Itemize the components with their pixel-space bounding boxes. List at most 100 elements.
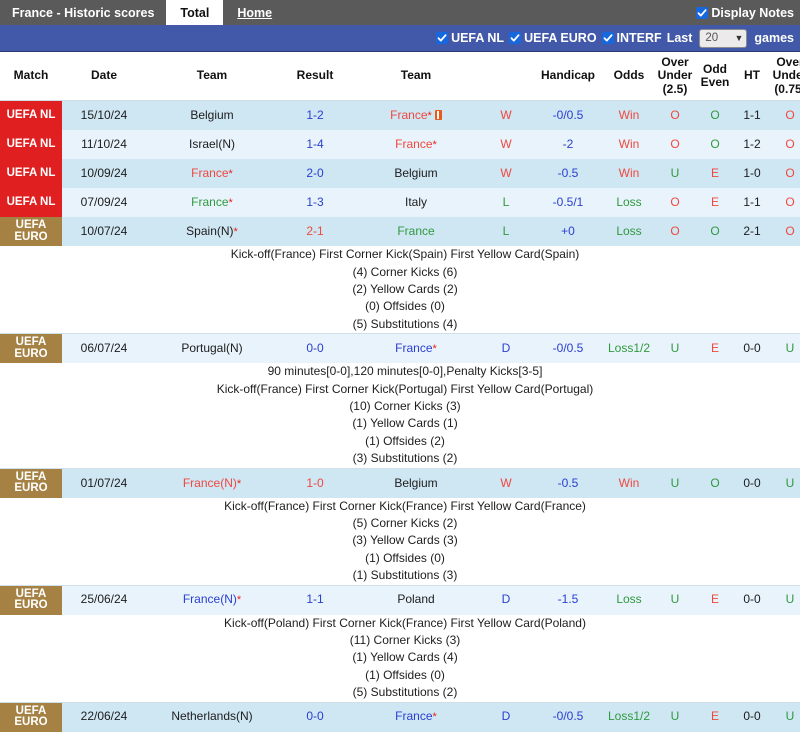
match-competition-cell[interactable]: UEFA NL bbox=[0, 130, 62, 160]
match-note-line: (5) Substitutions (4) bbox=[352, 316, 458, 331]
away-team-cell[interactable]: France* bbox=[352, 130, 480, 160]
col-header-result[interactable]: Result bbox=[278, 52, 352, 102]
checkbox-checked-icon[interactable] bbox=[509, 32, 522, 44]
table-row[interactable]: UEFA NL 07/09/24 France* 1-3 Italy L -0.5/1 Los… bbox=[0, 188, 800, 218]
match-competition-cell[interactable]: UEFA EURO bbox=[0, 468, 62, 498]
tab-home[interactable]: Home bbox=[223, 0, 286, 25]
team-name: France(N) bbox=[182, 475, 237, 490]
match-date: 22/06/24 bbox=[62, 702, 146, 732]
checkbox-checked-icon[interactable] bbox=[696, 6, 709, 19]
filter-uefa-nl[interactable]: UEFA NL bbox=[436, 31, 504, 45]
odds-result: Win bbox=[604, 468, 654, 498]
result-score[interactable]: 1-4 bbox=[278, 130, 352, 160]
games-count-select[interactable]: 20 ▼ bbox=[699, 28, 748, 48]
table-row[interactable]: UEFA EURO 10/07/24 Spain(N)* 2-1 France L +0 Lo… bbox=[0, 217, 800, 247]
home-team-cell[interactable]: Portugal(N) bbox=[146, 333, 278, 364]
match-competition-cell[interactable]: UEFA NL bbox=[0, 188, 62, 218]
team-name: France(N) bbox=[182, 592, 237, 607]
checkbox-checked-icon[interactable] bbox=[601, 32, 614, 44]
table-row[interactable]: UEFA NL 15/10/24 Belgium 1-2 France* W -0/0.5 W… bbox=[0, 100, 800, 131]
half-time-score: 1-1 bbox=[734, 188, 770, 218]
home-team-cell[interactable]: Spain(N)* bbox=[146, 217, 278, 247]
result-score[interactable]: 0-0 bbox=[278, 333, 352, 364]
match-notes-cell: Kick-off(Poland) First Corner Kick(Franc… bbox=[0, 614, 800, 703]
team-name: France bbox=[191, 166, 229, 181]
filter-uefa-euro[interactable]: UEFA EURO bbox=[509, 31, 597, 45]
col-header-over-under-25[interactable]: Over Under (2.5) bbox=[654, 52, 696, 102]
team-name: Belgium bbox=[394, 166, 438, 181]
display-notes-toggle[interactable]: Display Notes bbox=[696, 0, 800, 25]
col-header-over-under-075[interactable]: Over Under (0.75) bbox=[770, 52, 800, 102]
col-header-date[interactable]: Date bbox=[62, 52, 146, 102]
home-team-cell[interactable]: France(N)* bbox=[146, 468, 278, 498]
half-time-score: 0-0 bbox=[734, 702, 770, 732]
away-team-cell[interactable]: Poland bbox=[352, 585, 480, 615]
result-score[interactable]: 1-0 bbox=[278, 468, 352, 498]
col-header-ht[interactable]: HT bbox=[734, 52, 770, 102]
result-score[interactable]: 1-2 bbox=[278, 100, 352, 131]
match-competition-cell[interactable]: UEFA NL bbox=[0, 159, 62, 189]
away-team-cell[interactable]: France* bbox=[352, 702, 480, 732]
table-row[interactable]: UEFA NL 11/10/24 Israel(N) 1-4 France* W -2 Win… bbox=[0, 130, 800, 160]
match-notes-cell: Kick-off(France) First Corner Kick(Franc… bbox=[0, 497, 800, 586]
col-header-match[interactable]: Match bbox=[0, 52, 62, 102]
match-note-line: Kick-off(France) First Corner Kick(Franc… bbox=[224, 498, 586, 513]
away-team-cell[interactable]: Belgium bbox=[352, 468, 480, 498]
table-row[interactable]: UEFA EURO 22/06/24 Netherlands(N) 0-0 France… bbox=[0, 702, 800, 732]
half-time-score: 0-0 bbox=[734, 585, 770, 615]
home-team-cell[interactable]: Belgium bbox=[146, 100, 278, 131]
away-team-cell[interactable]: France* bbox=[352, 333, 480, 364]
col-header-team-away[interactable]: Team bbox=[352, 52, 480, 102]
filter-label-interf: INTERF bbox=[616, 31, 662, 45]
checkbox-checked-icon[interactable] bbox=[436, 32, 449, 44]
home-team-cell[interactable]: Israel(N) bbox=[146, 130, 278, 160]
home-team-cell[interactable]: France* bbox=[146, 159, 278, 189]
result-score[interactable]: 2-1 bbox=[278, 217, 352, 247]
half-time-score: 1-2 bbox=[734, 130, 770, 160]
match-note-line: (1) Substitutions (3) bbox=[352, 568, 458, 583]
match-note-line: (5) Corner Kicks (2) bbox=[352, 516, 458, 530]
away-team-cell[interactable]: Belgium bbox=[352, 159, 480, 189]
odds-result: Loss1/2 bbox=[604, 702, 654, 732]
away-team-cell[interactable]: France* bbox=[352, 100, 480, 131]
match-note-line: (2) Yellow Cards (2) bbox=[352, 282, 458, 297]
match-competition-cell[interactable]: UEFA EURO bbox=[0, 585, 62, 615]
match-competition-cell[interactable]: UEFA EURO bbox=[0, 217, 62, 247]
away-team-cell[interactable]: Italy bbox=[352, 188, 480, 218]
handicap-value: -2 bbox=[532, 130, 604, 160]
half-time-score: 1-0 bbox=[734, 159, 770, 189]
tab-total[interactable]: Total bbox=[166, 0, 224, 25]
home-team-cell[interactable]: France(N)* bbox=[146, 585, 278, 615]
col-header-handicap[interactable]: Handicap bbox=[532, 52, 604, 102]
star-icon: * bbox=[233, 226, 238, 239]
col-header-odd-even[interactable]: Odd Even bbox=[696, 52, 734, 102]
handicap-value: +0 bbox=[532, 217, 604, 247]
team-name: Belgium bbox=[190, 108, 234, 123]
match-competition-cell[interactable]: UEFA NL bbox=[0, 100, 62, 131]
table-row[interactable]: UEFA EURO 01/07/24 France(N)* 1-0 Belgium W -0… bbox=[0, 468, 800, 498]
table-header-row: Match Date Team Result Team Handicap Odd… bbox=[0, 52, 800, 102]
result-score[interactable]: 0-0 bbox=[278, 702, 352, 732]
match-notes: 90 minutes[0-0],120 minutes[0-0],Penalty… bbox=[0, 363, 800, 467]
result-score[interactable]: 1-1 bbox=[278, 585, 352, 615]
match-note-line: (1) Yellow Cards (1) bbox=[352, 416, 458, 431]
handicap-value: -0/0.5 bbox=[532, 702, 604, 732]
result-score[interactable]: 1-3 bbox=[278, 188, 352, 218]
match-competition-cell[interactable]: UEFA EURO bbox=[0, 333, 62, 364]
table-row[interactable]: UEFA EURO 25/06/24 France(N)* 1-1 Poland D -1.… bbox=[0, 585, 800, 615]
filter-interf[interactable]: INTERF bbox=[601, 31, 662, 45]
star-icon: * bbox=[432, 139, 437, 152]
over-under-075-value: O bbox=[770, 100, 800, 131]
table-row[interactable]: UEFA NL 10/09/24 France* 2-0 Belgium W -0.5 Win… bbox=[0, 159, 800, 189]
away-team-cell[interactable]: France bbox=[352, 217, 480, 247]
table-row[interactable]: UEFA EURO 06/07/24 Portugal(N) 0-0 France* D -… bbox=[0, 333, 800, 364]
match-note-line: 90 minutes[0-0],120 minutes[0-0],Penalty… bbox=[267, 364, 543, 379]
match-competition-cell[interactable]: UEFA EURO bbox=[0, 702, 62, 732]
col-header-team-home[interactable]: Team bbox=[146, 52, 278, 102]
col-header-odds[interactable]: Odds bbox=[604, 52, 654, 102]
home-team-cell[interactable]: Netherlands(N) bbox=[146, 702, 278, 732]
handicap-value: -0/0.5 bbox=[532, 100, 604, 131]
home-team-cell[interactable]: France* bbox=[146, 188, 278, 218]
star-icon: * bbox=[432, 711, 437, 724]
result-score[interactable]: 2-0 bbox=[278, 159, 352, 189]
